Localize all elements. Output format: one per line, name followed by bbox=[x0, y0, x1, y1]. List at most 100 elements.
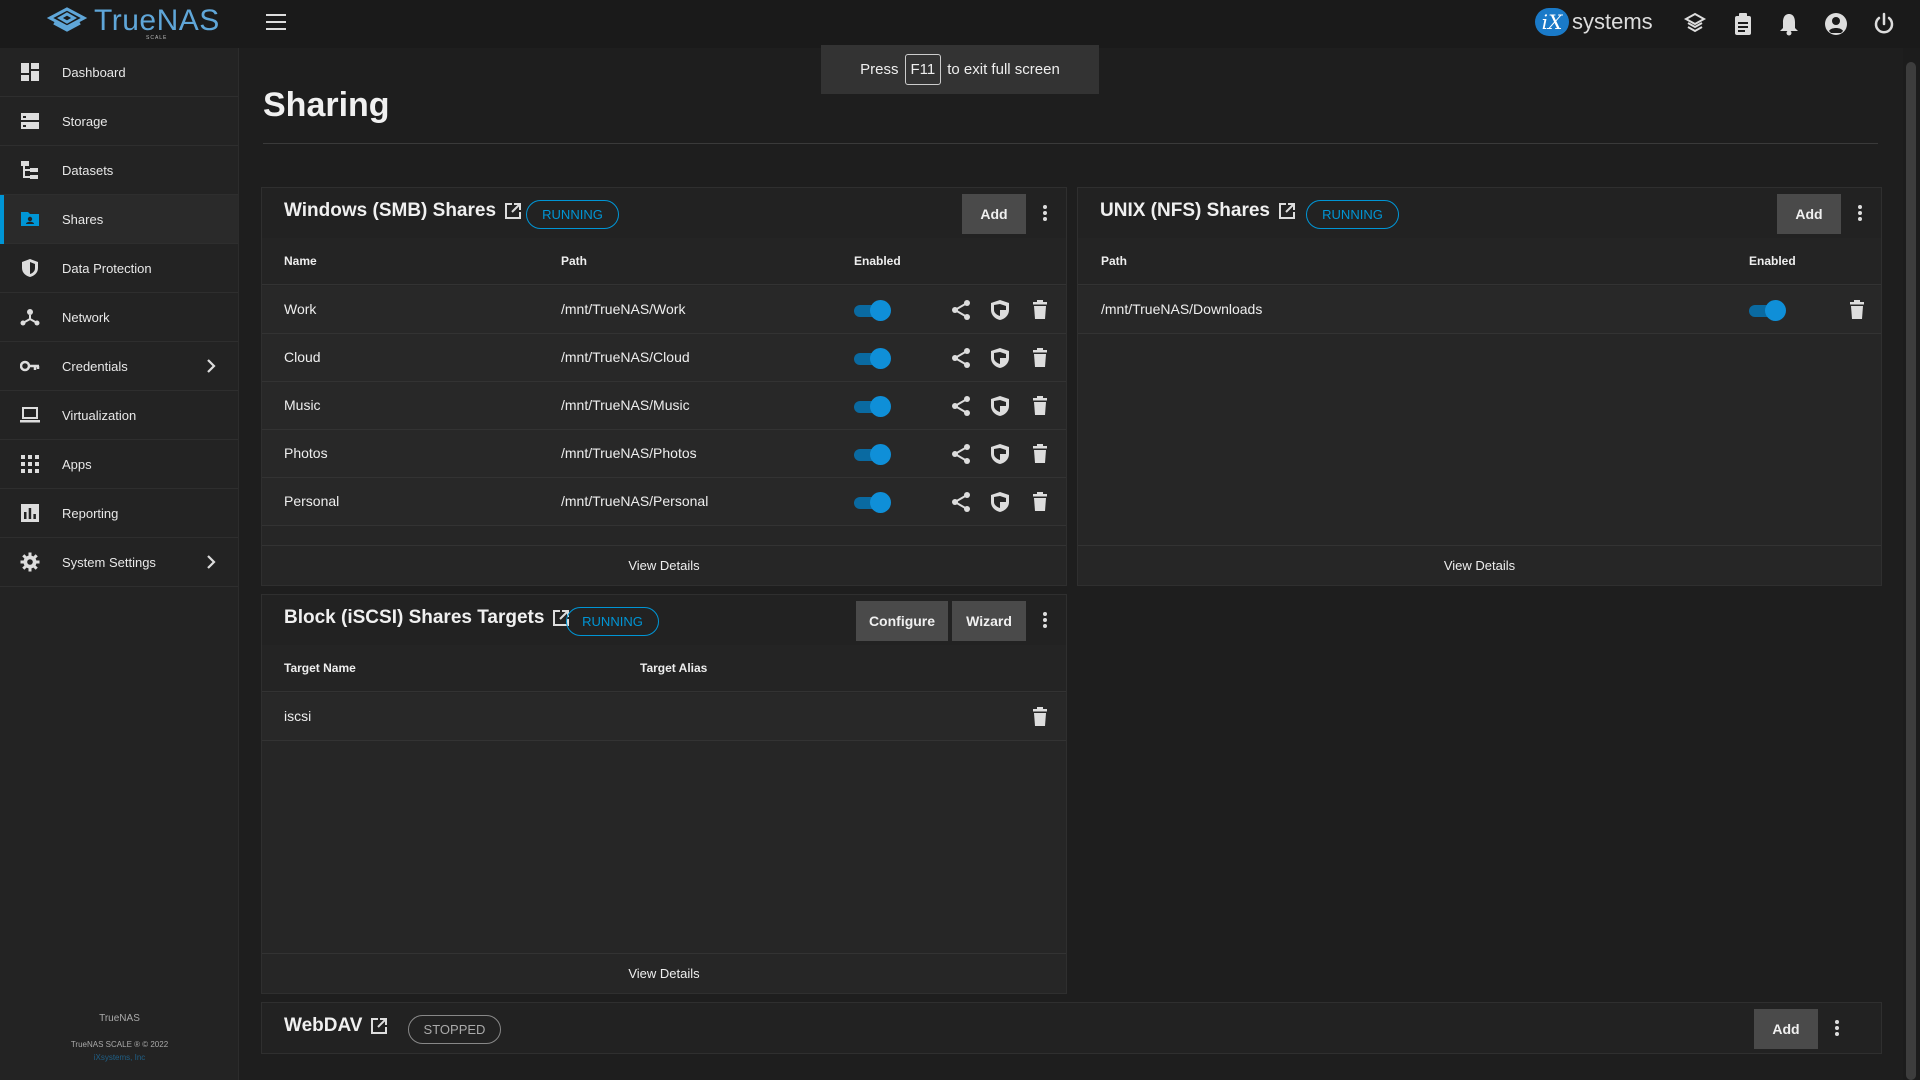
view-details-link[interactable]: View Details bbox=[1078, 545, 1881, 585]
more-vert-icon[interactable] bbox=[1035, 609, 1055, 631]
security-shield-icon[interactable] bbox=[989, 491, 1011, 513]
table-row[interactable]: /mnt/TrueNAS/Downloads bbox=[1078, 286, 1881, 334]
sidebar-item-datasets[interactable]: Datasets bbox=[0, 146, 238, 195]
share-icon[interactable] bbox=[950, 299, 972, 321]
table-row[interactable]: Work /mnt/TrueNAS/Work bbox=[262, 286, 1066, 334]
external-link-icon[interactable] bbox=[1278, 202, 1296, 220]
account-icon[interactable] bbox=[1823, 11, 1849, 37]
sidebar-item-credentials[interactable]: Credentials bbox=[0, 342, 238, 391]
enabled-toggle[interactable] bbox=[854, 444, 891, 465]
external-link-icon[interactable] bbox=[504, 202, 522, 220]
security-shield-icon[interactable] bbox=[989, 299, 1011, 321]
card-title[interactable]: Block (iSCSI) Shares Targets bbox=[284, 607, 570, 629]
external-link-icon[interactable] bbox=[370, 1017, 388, 1035]
sidebar-item-label: Network bbox=[62, 309, 110, 325]
sidebar-item-label: Reporting bbox=[62, 505, 119, 521]
share-icon[interactable] bbox=[950, 443, 972, 465]
scrollbar-thumb[interactable] bbox=[1906, 62, 1916, 1080]
share-icon[interactable] bbox=[950, 491, 972, 513]
title-divider bbox=[263, 143, 1878, 144]
top-bar: TrueNAS SCALE iX systems bbox=[0, 0, 1920, 48]
share-icon[interactable] bbox=[950, 395, 972, 417]
delete-icon[interactable] bbox=[1029, 299, 1051, 321]
sidebar-item-label: Shares bbox=[62, 211, 104, 227]
column-header-path[interactable]: Path bbox=[561, 254, 587, 268]
sidebar-item-network[interactable]: Network bbox=[0, 293, 238, 342]
enabled-toggle[interactable] bbox=[854, 348, 891, 369]
enabled-toggle[interactable] bbox=[854, 300, 891, 321]
add-webdav-button[interactable]: Add bbox=[1754, 1009, 1818, 1049]
truenas-logo[interactable]: TrueNAS SCALE bbox=[46, 4, 220, 41]
security-shield-icon[interactable] bbox=[989, 395, 1011, 417]
sidebar-item-dashboard[interactable]: Dashboard bbox=[0, 48, 238, 97]
more-vert-icon[interactable] bbox=[1035, 202, 1055, 224]
status-badge[interactable]: RUNNING bbox=[526, 200, 619, 229]
status-badge[interactable]: RUNNING bbox=[566, 607, 659, 636]
sidebar-item-shares[interactable]: Shares bbox=[0, 195, 238, 244]
configure-button[interactable]: Configure bbox=[856, 601, 948, 641]
truecommand-icon[interactable] bbox=[1682, 11, 1708, 37]
table-row[interactable]: Photos /mnt/TrueNAS/Photos bbox=[262, 430, 1066, 478]
wizard-button[interactable]: Wizard bbox=[952, 601, 1026, 641]
sidebar-item-virtualization[interactable]: Virtualization bbox=[0, 391, 238, 440]
ixsystems-logo[interactable]: iX systems bbox=[1535, 8, 1653, 36]
power-icon[interactable] bbox=[1871, 11, 1897, 37]
column-header-target-name[interactable]: Target Name bbox=[284, 661, 356, 675]
sidebar-item-label: Credentials bbox=[62, 358, 128, 374]
enabled-toggle[interactable] bbox=[854, 492, 891, 513]
sidebar-item-apps[interactable]: Apps bbox=[0, 440, 238, 489]
table-row[interactable]: Personal /mnt/TrueNAS/Personal bbox=[262, 478, 1066, 526]
sidebar-item-label: Apps bbox=[62, 456, 92, 472]
sidebar-item-data-protection[interactable]: Data Protection bbox=[0, 244, 238, 293]
footer-copyright: TrueNAS SCALE ® © 2022 bbox=[70, 1040, 169, 1049]
sidebar-item-storage[interactable]: Storage bbox=[0, 97, 238, 146]
nfs-title: UNIX (NFS) Shares bbox=[1100, 200, 1270, 221]
status-badge[interactable]: RUNNING bbox=[1306, 200, 1399, 229]
column-header-target-alias[interactable]: Target Alias bbox=[640, 661, 707, 675]
card-title[interactable]: WebDAV bbox=[284, 1015, 388, 1037]
card-title[interactable]: Windows (SMB) Shares bbox=[284, 200, 522, 222]
menu-toggle-icon[interactable] bbox=[266, 14, 286, 30]
add-nfs-button[interactable]: Add bbox=[1777, 194, 1841, 234]
sidebar-item-reporting[interactable]: Reporting bbox=[0, 489, 238, 538]
network-icon bbox=[20, 309, 40, 326]
column-header-enabled[interactable]: Enabled bbox=[854, 254, 901, 268]
sidebar-item-label: Datasets bbox=[62, 162, 114, 178]
dashboard-icon bbox=[21, 63, 39, 81]
delete-icon[interactable] bbox=[1029, 491, 1051, 513]
column-header-name[interactable]: Name bbox=[284, 254, 317, 268]
delete-icon[interactable] bbox=[1029, 443, 1051, 465]
delete-icon[interactable] bbox=[1029, 706, 1051, 728]
footer-company-link[interactable]: iXsystems, Inc bbox=[0, 1053, 239, 1062]
view-details-link[interactable]: View Details bbox=[262, 953, 1066, 993]
clipboard-icon[interactable] bbox=[1730, 11, 1756, 37]
add-smb-button[interactable]: Add bbox=[962, 194, 1026, 234]
iscsi-title: Block (iSCSI) Shares Targets bbox=[284, 607, 545, 628]
delete-icon[interactable] bbox=[1029, 395, 1051, 417]
nfs-shares-card: UNIX (NFS) Shares RUNNING Add Path Enabl… bbox=[1077, 187, 1882, 586]
view-details-link[interactable]: View Details bbox=[262, 545, 1066, 585]
logo-text: TrueNAS bbox=[94, 4, 220, 37]
delete-icon[interactable] bbox=[1846, 299, 1868, 321]
enabled-toggle[interactable] bbox=[1749, 300, 1786, 321]
column-header-path[interactable]: Path bbox=[1101, 254, 1127, 268]
status-badge[interactable]: STOPPED bbox=[408, 1015, 501, 1044]
webdav-title: WebDAV bbox=[284, 1015, 363, 1036]
card-header: WebDAV STOPPED Add bbox=[262, 1003, 1881, 1053]
table-row[interactable]: Cloud /mnt/TrueNAS/Cloud bbox=[262, 334, 1066, 382]
share-path: /mnt/TrueNAS/Photos bbox=[561, 445, 697, 461]
table-row[interactable]: Music /mnt/TrueNAS/Music bbox=[262, 382, 1066, 430]
logo-subtitle: SCALE bbox=[146, 35, 168, 41]
table-row[interactable]: iscsi bbox=[262, 693, 1066, 741]
enabled-toggle[interactable] bbox=[854, 396, 891, 417]
more-vert-icon[interactable] bbox=[1827, 1017, 1847, 1039]
security-shield-icon[interactable] bbox=[989, 347, 1011, 369]
delete-icon[interactable] bbox=[1029, 347, 1051, 369]
bell-icon[interactable] bbox=[1776, 11, 1802, 37]
more-vert-icon[interactable] bbox=[1850, 202, 1870, 224]
share-icon[interactable] bbox=[950, 347, 972, 369]
sidebar-item-system-settings[interactable]: System Settings bbox=[0, 538, 238, 587]
column-header-enabled[interactable]: Enabled bbox=[1749, 254, 1796, 268]
security-shield-icon[interactable] bbox=[989, 443, 1011, 465]
card-title[interactable]: UNIX (NFS) Shares bbox=[1100, 200, 1296, 222]
